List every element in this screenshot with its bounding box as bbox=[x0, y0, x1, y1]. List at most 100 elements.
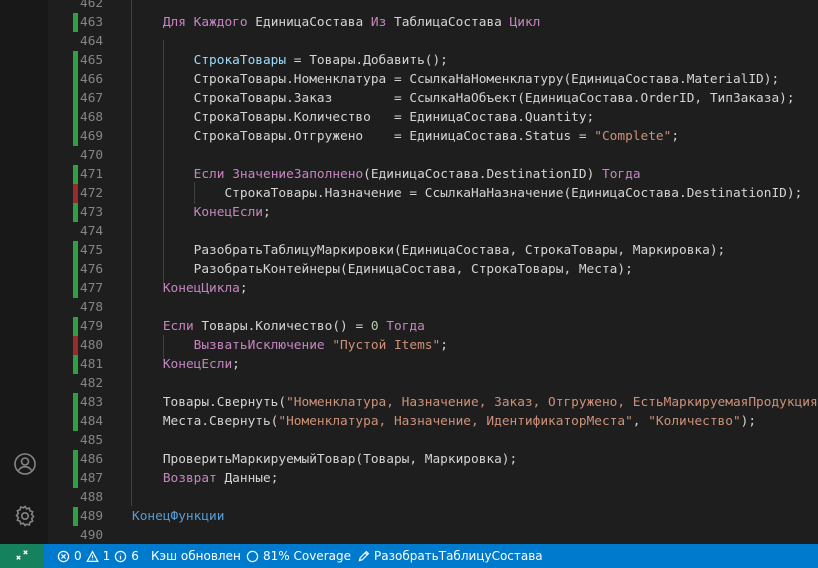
code-token: Товары.Количество() = bbox=[193, 319, 371, 334]
line-number: 474 bbox=[80, 224, 104, 239]
code-line[interactable]: 462 bbox=[48, 0, 818, 13]
code-token: ; bbox=[440, 338, 448, 353]
code-token: СтрокаТовары.Количество = ЕдиницаСостава… bbox=[132, 110, 595, 125]
git-added-marker[interactable] bbox=[73, 469, 78, 488]
code-token: Если bbox=[162, 319, 194, 334]
code-line[interactable]: 463 Для Каждого ЕдиницаСостава Из Таблиц… bbox=[48, 13, 818, 32]
code-line[interactable]: 474 bbox=[48, 222, 818, 241]
code-text: РазобратьКонтейнеры(ЕдиницаСостава, Стро… bbox=[132, 260, 633, 279]
code-text: Товары.Свернуть("Номенклатура, Назначени… bbox=[132, 393, 818, 412]
code-line[interactable]: 490 bbox=[48, 526, 818, 544]
code-token: ; bbox=[671, 129, 680, 144]
code-line[interactable]: 487 Возврат Данные; bbox=[48, 469, 818, 488]
code-line[interactable]: 485 bbox=[48, 431, 818, 450]
code-line[interactable]: 466 СтрокаТовары.Номенклатура = СсылкаНа… bbox=[48, 70, 818, 89]
code-line[interactable]: 471 Если ЗначениеЗаполнено(ЕдиницаСостав… bbox=[48, 165, 818, 184]
code-token: Тогда bbox=[386, 319, 425, 334]
git-added-marker[interactable] bbox=[73, 393, 78, 412]
code-line[interactable]: 480 ВызватьИсключение "Пустой Items"; bbox=[48, 336, 818, 355]
code-text: СтрокаТовары.Заказ = СсылкаНаОбъект(Един… bbox=[132, 89, 795, 108]
git-added-marker[interactable] bbox=[73, 13, 78, 32]
code-token: СтрокаТовары.Номенклатура = СсылкаНаНоме… bbox=[132, 72, 780, 87]
git-added-marker[interactable] bbox=[73, 260, 78, 279]
git-added-marker[interactable] bbox=[73, 241, 78, 260]
code-line[interactable]: 467 СтрокаТовары.Заказ = СсылкаНаОбъект(… bbox=[48, 89, 818, 108]
code-editor[interactable]: 462 463 Для Каждого ЕдиницаСостава Из Таб… bbox=[48, 0, 818, 544]
git-added-marker[interactable] bbox=[73, 70, 78, 89]
line-number: 487 bbox=[80, 471, 104, 486]
remote-icon bbox=[15, 548, 29, 565]
code-line[interactable]: 486 ПроверитьМаркируемыйТовар(Товары, Ма… bbox=[48, 450, 818, 469]
code-line[interactable]: 478 bbox=[48, 298, 818, 317]
code-text: Если ЗначениеЗаполнено(ЕдиницаСостава.De… bbox=[132, 165, 641, 184]
code-line[interactable]: 465 СтрокаТовары = Товары.Добавить(); bbox=[48, 51, 818, 70]
code-line[interactable]: 479 Если Товары.Количество() = 0 Тогда bbox=[48, 317, 818, 336]
code-token: ; bbox=[262, 205, 271, 220]
code-line[interactable]: 475 РазобратьТаблицуМаркировки(ЕдиницаСо… bbox=[48, 241, 818, 260]
code-line[interactable]: 476 РазобратьКонтейнеры(ЕдиницаСостава, … bbox=[48, 260, 818, 279]
git-deleted-marker[interactable] bbox=[73, 336, 78, 355]
current-symbol[interactable]: РазобратьТаблицуСостава bbox=[357, 544, 543, 568]
coverage-status[interactable]: 81% Coverage bbox=[246, 544, 351, 568]
git-deleted-marker[interactable] bbox=[73, 184, 78, 203]
code-token: ТаблицаСостава bbox=[386, 15, 510, 30]
git-added-marker[interactable] bbox=[73, 89, 78, 108]
problems-indicator[interactable]: 0 1 6 bbox=[57, 544, 139, 568]
line-number: 490 bbox=[80, 528, 104, 543]
code-text: КонецЕсли; bbox=[132, 203, 271, 222]
git-added-marker[interactable] bbox=[73, 279, 78, 298]
git-added-marker[interactable] bbox=[73, 507, 78, 526]
account-icon[interactable] bbox=[13, 452, 37, 476]
code-token: КонецЦикла bbox=[162, 281, 240, 296]
cache-status[interactable]: Кэш обновлен bbox=[151, 544, 241, 568]
code-line[interactable]: 483 Товары.Свернуть("Номенклатура, Назна… bbox=[48, 393, 818, 412]
code-token: ; bbox=[239, 281, 248, 296]
git-added-marker[interactable] bbox=[73, 108, 78, 127]
git-added-marker[interactable] bbox=[73, 127, 78, 146]
line-number: 471 bbox=[80, 167, 104, 182]
code-line[interactable]: 482 bbox=[48, 374, 818, 393]
code-line[interactable]: 469 СтрокаТовары.Отгружено = ЕдиницаСост… bbox=[48, 127, 818, 146]
line-number: 463 bbox=[80, 15, 104, 30]
error-icon bbox=[57, 550, 70, 563]
code-line[interactable]: 489 КонецФункции bbox=[48, 507, 818, 526]
line-number: 469 bbox=[80, 129, 104, 144]
cache-status-label: Кэш обновлен bbox=[151, 549, 241, 563]
code-text: СтрокаТовары.Отгружено = ЕдиницаСостава.… bbox=[132, 127, 679, 146]
code-line[interactable]: 470 bbox=[48, 146, 818, 165]
git-added-marker[interactable] bbox=[73, 450, 78, 469]
code-line[interactable]: 464 bbox=[48, 32, 818, 51]
settings-gear-icon[interactable] bbox=[13, 504, 37, 528]
code-token: ; bbox=[232, 357, 240, 372]
git-added-marker[interactable] bbox=[73, 203, 78, 222]
code-token: Для Каждого bbox=[162, 15, 248, 30]
current-symbol-label: РазобратьТаблицуСостава bbox=[374, 549, 543, 563]
code-line[interactable]: 484 Места.Свернуть("Номенклатура, Назнач… bbox=[48, 412, 818, 431]
git-added-marker[interactable] bbox=[73, 317, 78, 336]
line-number: 466 bbox=[80, 72, 104, 87]
git-added-marker[interactable] bbox=[73, 165, 78, 184]
git-added-marker[interactable] bbox=[73, 412, 78, 431]
git-added-marker[interactable] bbox=[73, 51, 78, 70]
code-line[interactable]: 468 СтрокаТовары.Количество = ЕдиницаСос… bbox=[48, 108, 818, 127]
code-token: КонецФункции bbox=[132, 509, 225, 524]
line-number: 482 bbox=[80, 376, 104, 391]
line-number: 485 bbox=[80, 433, 104, 448]
code-text: КонецЕсли; bbox=[132, 355, 240, 374]
code-line[interactable]: 477 КонецЦикла; bbox=[48, 279, 818, 298]
line-number: 462 bbox=[80, 0, 104, 11]
coverage-label: 81% Coverage bbox=[263, 549, 351, 563]
git-added-marker[interactable] bbox=[73, 355, 78, 374]
code-line[interactable]: 488 bbox=[48, 488, 818, 507]
remote-indicator[interactable] bbox=[0, 544, 44, 568]
code-line[interactable]: 481 КонецЕсли; bbox=[48, 355, 818, 374]
code-token: "Пустой Items" bbox=[332, 338, 441, 353]
line-number: 480 bbox=[80, 338, 104, 353]
code-line[interactable]: 472 СтрокаТовары.Назначение = СсылкаНаНа… bbox=[48, 184, 818, 203]
code-token: "Количество" bbox=[648, 414, 741, 429]
code-line[interactable]: 473 КонецЕсли; bbox=[48, 203, 818, 222]
